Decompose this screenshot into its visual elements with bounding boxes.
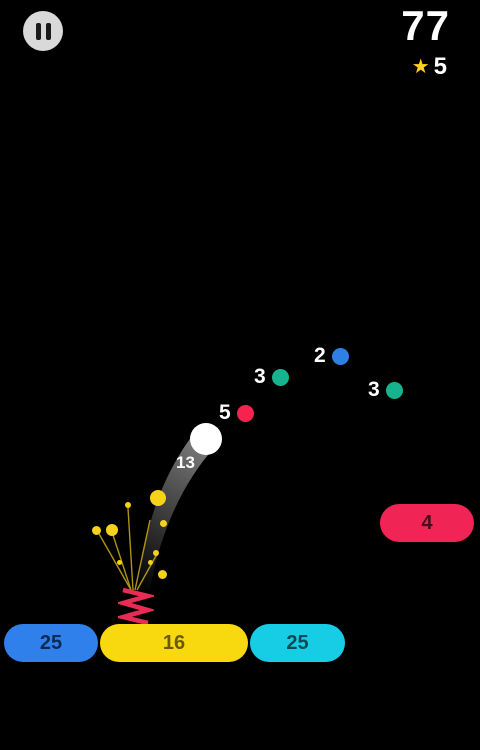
spark: [148, 560, 153, 565]
platform-right: 25: [250, 624, 345, 662]
spark: [117, 560, 122, 565]
spark: [92, 526, 101, 535]
player-ball: [190, 423, 222, 455]
spark: [158, 570, 167, 579]
spark: [125, 502, 131, 508]
spring-launcher: [118, 587, 154, 626]
ball-count: 13: [176, 453, 195, 472]
spark: [106, 524, 118, 536]
spark: [160, 520, 167, 527]
spark: [150, 490, 166, 506]
spark: [153, 550, 159, 556]
platform-left: 25: [4, 624, 98, 662]
right-block: 4: [380, 504, 474, 542]
platform-center: 16: [100, 624, 248, 662]
